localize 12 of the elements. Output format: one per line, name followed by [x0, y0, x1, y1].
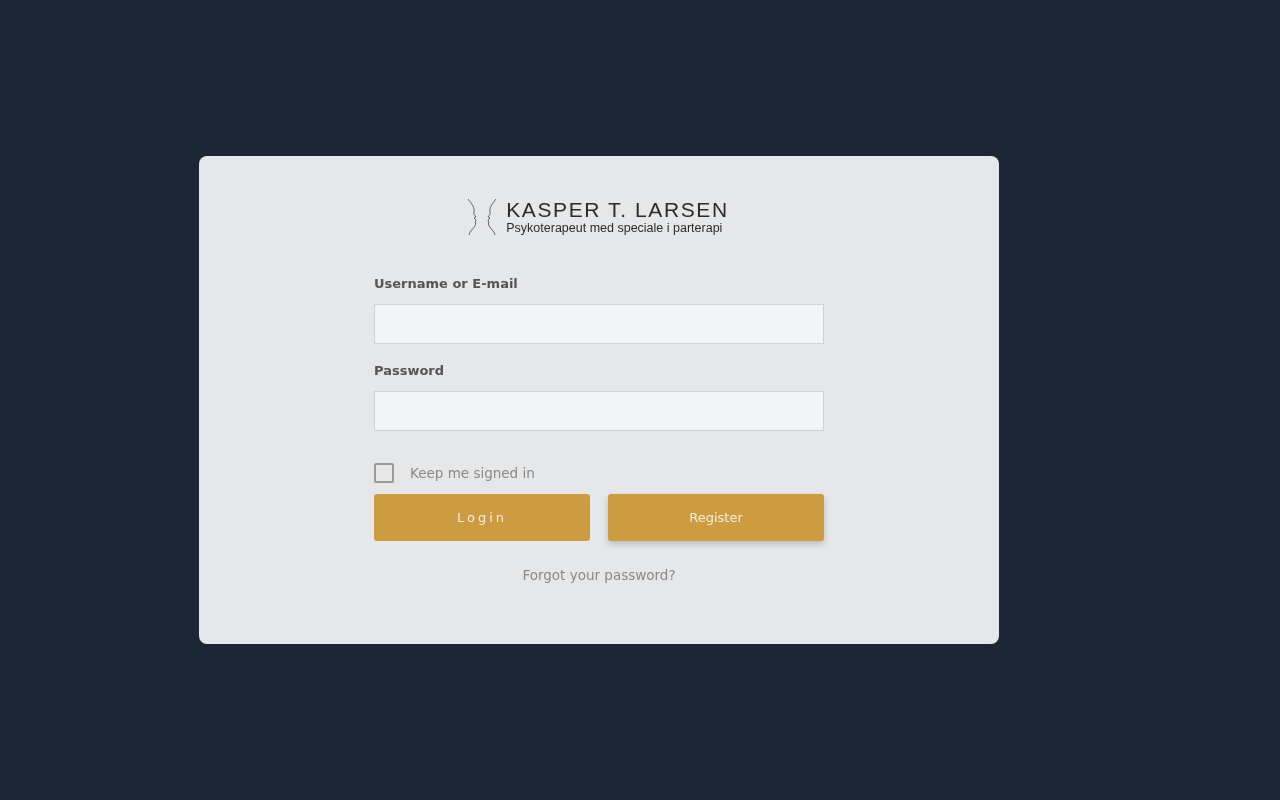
checkbox-label: Keep me signed in: [410, 465, 535, 481]
faces-logo-icon: [467, 198, 498, 236]
login-button[interactable]: Login: [374, 494, 590, 541]
logo-title: KASPER T. LARSEN: [506, 198, 729, 221]
field-label: Username or E-mail: [374, 276, 518, 291]
forgot-password-link[interactable]: Forgot your password?: [522, 567, 676, 583]
register-button[interactable]: Register: [608, 494, 824, 541]
input-field[interactable]: [374, 391, 824, 431]
input-field[interactable]: [374, 304, 824, 344]
logo-subtitle: Psykoterapeut med speciale i parterapi: [506, 220, 724, 236]
field-label: Password: [374, 363, 445, 378]
checkbox[interactable]: [374, 463, 394, 483]
